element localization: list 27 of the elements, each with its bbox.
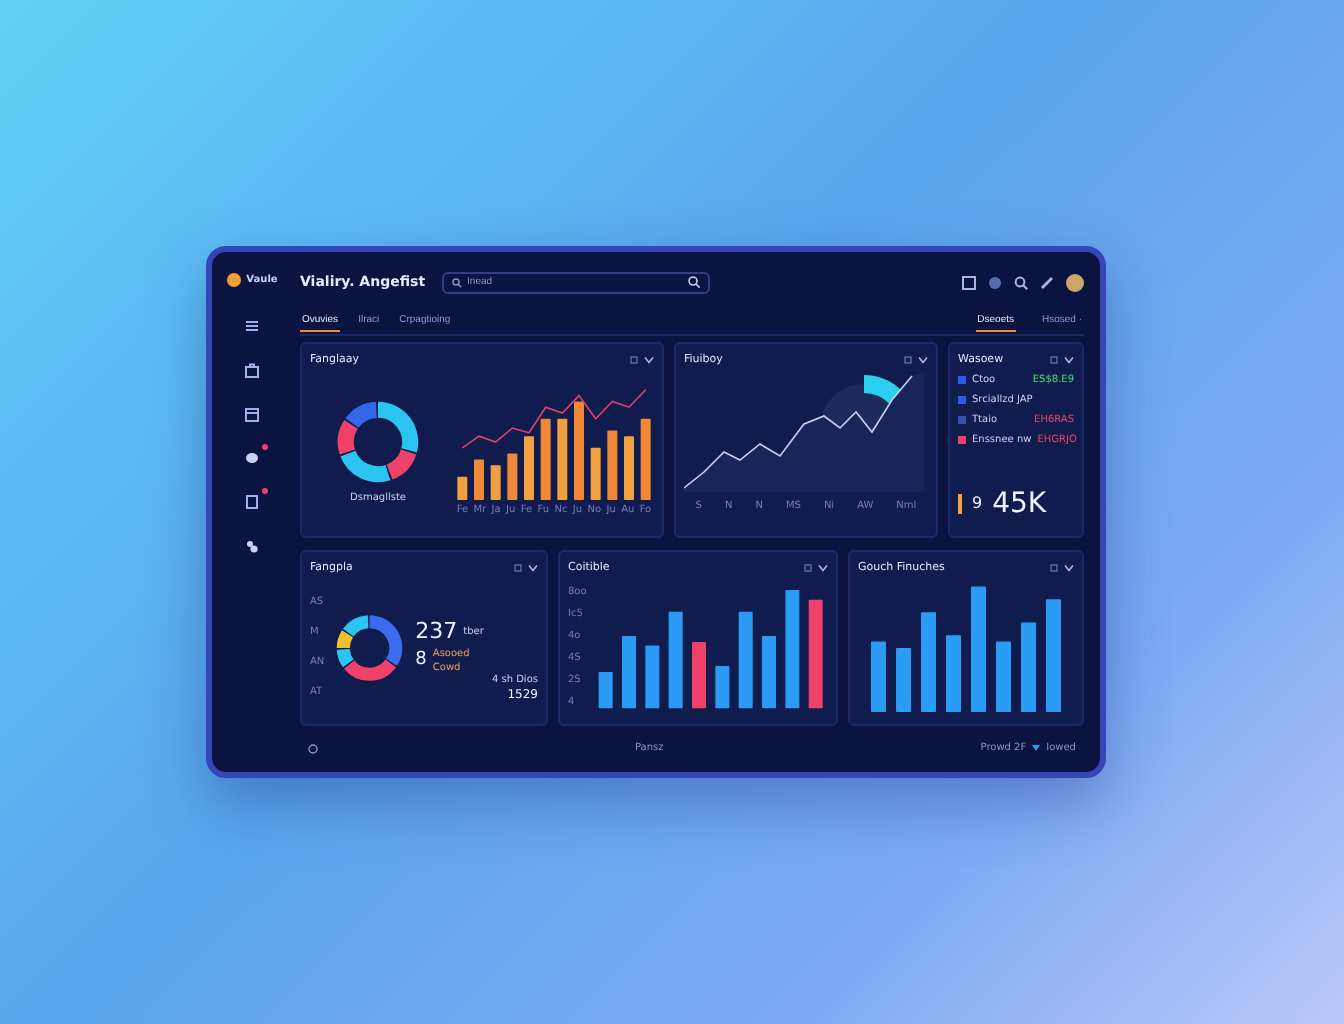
window-icon[interactable] — [514, 563, 522, 571]
window-icon[interactable] — [1050, 355, 1058, 363]
stat-figure: 45K — [992, 490, 1047, 518]
search-icon — [451, 277, 462, 287]
calendar-icon — [244, 406, 260, 422]
kpi-number: 237 — [415, 620, 458, 642]
kpi-number: 8 — [415, 652, 427, 670]
search-icon[interactable] — [687, 276, 700, 288]
list-icon — [244, 318, 260, 334]
window-icon[interactable] — [1050, 563, 1058, 571]
window-icon[interactable] — [904, 355, 912, 363]
chevron-down-icon[interactable] — [918, 355, 928, 363]
window-icon[interactable] — [804, 563, 812, 571]
chevron-down-icon[interactable] — [818, 563, 828, 571]
pen-icon[interactable] — [1040, 275, 1054, 289]
triangle-icon — [1032, 744, 1041, 752]
chevron-down-icon[interactable] — [528, 563, 538, 571]
avatar[interactable] — [1066, 273, 1084, 291]
window-icon[interactable] — [630, 355, 638, 363]
bag-icon — [244, 362, 260, 378]
chevron-down-icon[interactable] — [1064, 355, 1074, 363]
chevron-down-icon[interactable] — [644, 355, 654, 363]
stat-figure: 9 — [972, 496, 983, 512]
logo-icon — [226, 272, 243, 288]
chevron-down-icon[interactable] — [1064, 563, 1074, 571]
users-icon — [244, 538, 260, 554]
search-icon[interactable] — [1014, 275, 1028, 289]
